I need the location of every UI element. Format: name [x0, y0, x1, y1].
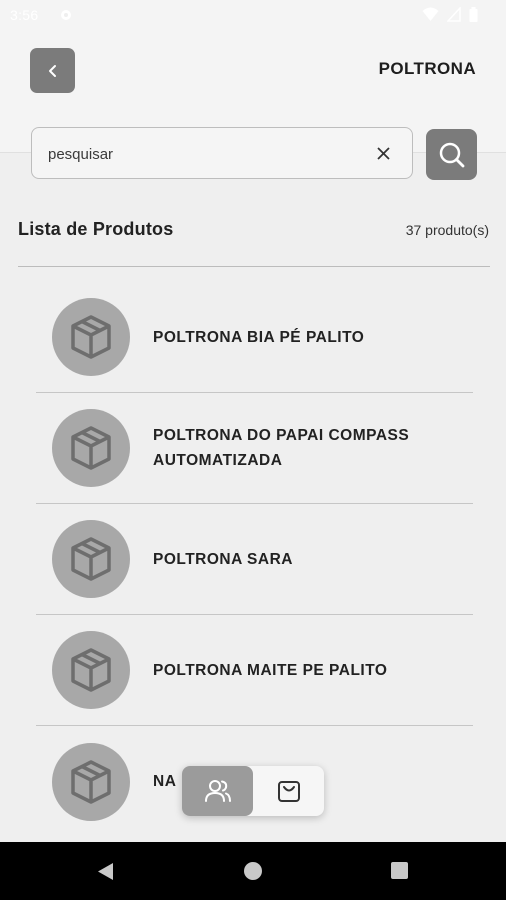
users-icon: [204, 780, 231, 802]
tab-users[interactable]: [182, 766, 253, 816]
list-item[interactable]: POLTRONA DO PAPAI COMPASS AUTOMATIZADA: [36, 393, 473, 504]
tab-cart[interactable]: [253, 766, 324, 816]
product-thumbnail: [52, 409, 130, 487]
product-thumbnail: [52, 298, 130, 376]
product-name: POLTRONA MAITE PE PALITO: [153, 661, 388, 679]
page-title: POLTRONA: [378, 59, 476, 78]
signal-icon: [446, 6, 461, 22]
status-icons: [418, 6, 478, 23]
close-icon[interactable]: [375, 145, 392, 162]
system-nav-bar: [0, 842, 506, 900]
floating-tab-bar: [182, 766, 324, 816]
chevron-left-icon: [48, 64, 56, 77]
box-icon: [71, 315, 111, 359]
nav-back-icon[interactable]: [96, 862, 114, 881]
product-name: POLTRONA BIA PÉ PALITO: [153, 328, 365, 346]
box-icon: [71, 537, 111, 581]
shopping-bag-icon: [277, 781, 300, 802]
product-name: POLTRONA SARA: [153, 550, 293, 568]
search-icon: [439, 142, 464, 167]
battery-icon: [469, 7, 478, 22]
product-name: POLTRONA DO PAPAI COMPASS AUTOMATIZADA: [153, 427, 410, 469]
product-thumbnail: [52, 520, 130, 598]
status-time: 3:56: [10, 7, 39, 23]
box-icon: [71, 426, 111, 470]
list-title: Lista de Produtos: [18, 219, 174, 239]
wifi-icon: [422, 7, 439, 21]
divider: [18, 266, 490, 267]
search-input[interactable]: [46, 140, 350, 168]
product-count: 37 produto(s): [405, 222, 489, 238]
box-icon: [71, 648, 111, 692]
list-item[interactable]: POLTRONA SARA: [36, 504, 473, 615]
status-bar: 3:56: [0, 0, 506, 32]
nav-recents-icon[interactable]: [391, 862, 408, 879]
search-button[interactable]: [426, 129, 477, 180]
list-item[interactable]: POLTRONA MAITE PE PALITO: [36, 615, 473, 726]
box-icon: [71, 759, 111, 804]
search-box: [31, 127, 413, 179]
list-item[interactable]: POLTRONA BIA PÉ PALITO: [36, 282, 473, 393]
product-thumbnail: [52, 742, 130, 821]
product-list: POLTRONA BIA PÉ PALITO POLTRONA DO PAPAI…: [36, 282, 473, 837]
product-thumbnail: [52, 631, 130, 709]
nav-home-icon[interactable]: [244, 862, 262, 880]
back-button[interactable]: [30, 48, 75, 93]
settings-gear-icon: [61, 10, 71, 20]
